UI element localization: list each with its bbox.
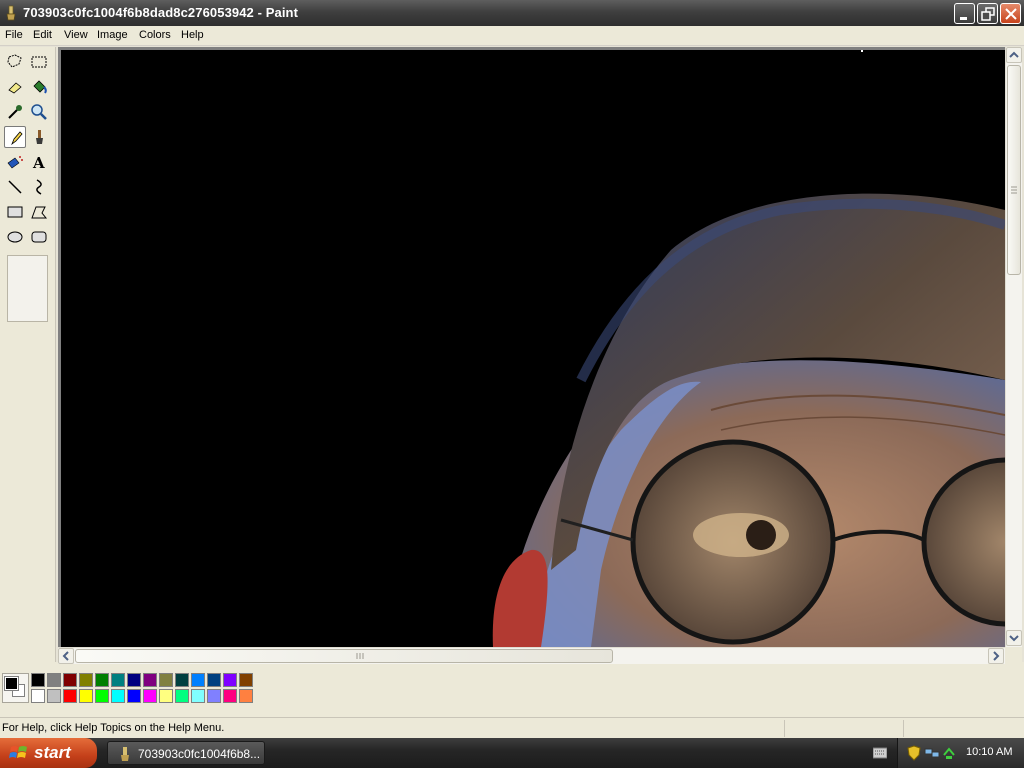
brush-tool-icon[interactable] <box>28 126 50 148</box>
palette-color-swatch[interactable] <box>127 673 141 687</box>
pencil-tool-icon[interactable] <box>4 126 26 148</box>
menu-image[interactable]: Image <box>97 29 128 41</box>
palette-color-swatch[interactable] <box>31 689 45 703</box>
canvas-image <box>61 50 1005 647</box>
paint-app-icon[interactable] <box>4 5 18 21</box>
scroll-right-button[interactable] <box>988 648 1004 664</box>
palette-color-swatch[interactable] <box>207 689 221 703</box>
menu-bar: File Edit View Image Colors Help <box>0 26 1024 46</box>
taskbar-paint-label: 703903c0fc1004f6b8... <box>138 747 261 761</box>
ellipse-tool-icon[interactable] <box>4 226 26 248</box>
palette-color-swatch[interactable] <box>207 673 221 687</box>
menu-edit[interactable]: Edit <box>33 29 52 41</box>
palette-color-swatch[interactable] <box>47 689 61 703</box>
start-button[interactable]: start <box>0 738 97 768</box>
scroll-left-button[interactable] <box>58 648 74 664</box>
palette-color-swatch[interactable] <box>111 673 125 687</box>
palette-color-swatch[interactable] <box>63 689 77 703</box>
pick-color-tool-icon[interactable] <box>4 101 26 123</box>
svg-text:A: A <box>32 154 45 171</box>
menu-view[interactable]: View <box>64 29 88 41</box>
minimize-button[interactable] <box>954 3 975 24</box>
scrollbar-corner <box>1005 647 1022 664</box>
vertical-scrollbar[interactable] <box>1005 47 1022 647</box>
windows-logo-icon <box>9 746 27 758</box>
status-help-text: For Help, click Help Topics on the Help … <box>2 722 225 734</box>
toolbox: A <box>0 47 56 662</box>
polygon-tool-icon[interactable] <box>28 201 50 223</box>
horizontal-scroll-thumb[interactable] <box>75 649 613 663</box>
menu-file[interactable]: File <box>5 29 23 41</box>
select-tool-icon[interactable] <box>28 51 50 73</box>
network-icon[interactable] <box>924 746 940 760</box>
window-title: 703903c0fc1004f6b8dad8c276053942 - Paint <box>23 5 299 20</box>
magnifier-tool-icon[interactable] <box>28 101 50 123</box>
restore-button[interactable] <box>977 3 998 24</box>
palette-color-swatch[interactable] <box>79 673 93 687</box>
vertical-scroll-thumb[interactable] <box>1007 65 1021 275</box>
palette-color-swatch[interactable] <box>159 673 173 687</box>
clock: 10:10 AM <box>966 746 1013 758</box>
status-pane-size <box>903 720 1024 737</box>
rounded-rectangle-tool-icon[interactable] <box>28 226 50 248</box>
free-form-select-tool-icon[interactable] <box>4 51 26 73</box>
palette-color-swatch[interactable] <box>239 689 253 703</box>
scroll-up-button[interactable] <box>1006 47 1022 63</box>
palette-color-swatch[interactable] <box>143 673 157 687</box>
scroll-down-button[interactable] <box>1006 630 1022 646</box>
start-label: start <box>34 743 71 762</box>
eraser-tool-icon[interactable] <box>4 76 26 98</box>
palette-color-swatch[interactable] <box>47 673 61 687</box>
status-bar: For Help, click Help Topics on the Help … <box>0 717 1024 738</box>
tool-options-panel[interactable] <box>7 255 48 322</box>
airbrush-tool-icon[interactable] <box>4 151 26 173</box>
safely-remove-icon[interactable] <box>942 745 956 761</box>
foreground-color-swatch[interactable] <box>4 676 19 691</box>
palette-color-swatch[interactable] <box>95 673 109 687</box>
palette-color-swatch[interactable] <box>191 689 205 703</box>
palette-color-swatch[interactable] <box>191 673 205 687</box>
palette-color-swatch[interactable] <box>63 673 77 687</box>
palette-color-swatch[interactable] <box>159 689 173 703</box>
rectangle-tool-icon[interactable] <box>4 201 26 223</box>
drawing-canvas[interactable] <box>61 50 1005 647</box>
fill-with-color-tool-icon[interactable] <box>28 76 50 98</box>
status-pane-coords <box>784 720 902 737</box>
palette-color-swatch[interactable] <box>223 689 237 703</box>
palette-color-swatch[interactable] <box>127 689 141 703</box>
palette-color-swatch[interactable] <box>175 673 189 687</box>
security-shield-icon[interactable] <box>907 745 921 761</box>
taskbar-paint-button[interactable]: 703903c0fc1004f6b8... <box>107 741 265 765</box>
palette-color-swatch[interactable] <box>175 689 189 703</box>
horizontal-scrollbar[interactable] <box>58 647 1005 664</box>
title-bar[interactable]: 703903c0fc1004f6b8dad8c276053942 - Paint <box>0 0 1024 26</box>
keyboard-icon[interactable] <box>873 747 887 759</box>
palette-color-swatch[interactable] <box>239 673 253 687</box>
text-tool-icon[interactable]: A <box>28 151 50 173</box>
palette-color-swatch[interactable] <box>111 689 125 703</box>
taskbar: start 703903c0fc1004f6b8... 10:10 AM <box>0 738 1024 768</box>
menu-colors[interactable]: Colors <box>139 29 171 41</box>
palette-color-swatch[interactable] <box>31 673 45 687</box>
palette-color-swatch[interactable] <box>79 689 93 703</box>
palette-color-swatch[interactable] <box>143 689 157 703</box>
close-button[interactable] <box>1000 3 1021 24</box>
line-tool-icon[interactable] <box>4 176 26 198</box>
paint-task-icon <box>121 747 129 761</box>
menu-help[interactable]: Help <box>181 29 204 41</box>
palette-color-swatch[interactable] <box>223 673 237 687</box>
curve-tool-icon[interactable] <box>28 176 50 198</box>
palette-color-swatch[interactable] <box>95 689 109 703</box>
